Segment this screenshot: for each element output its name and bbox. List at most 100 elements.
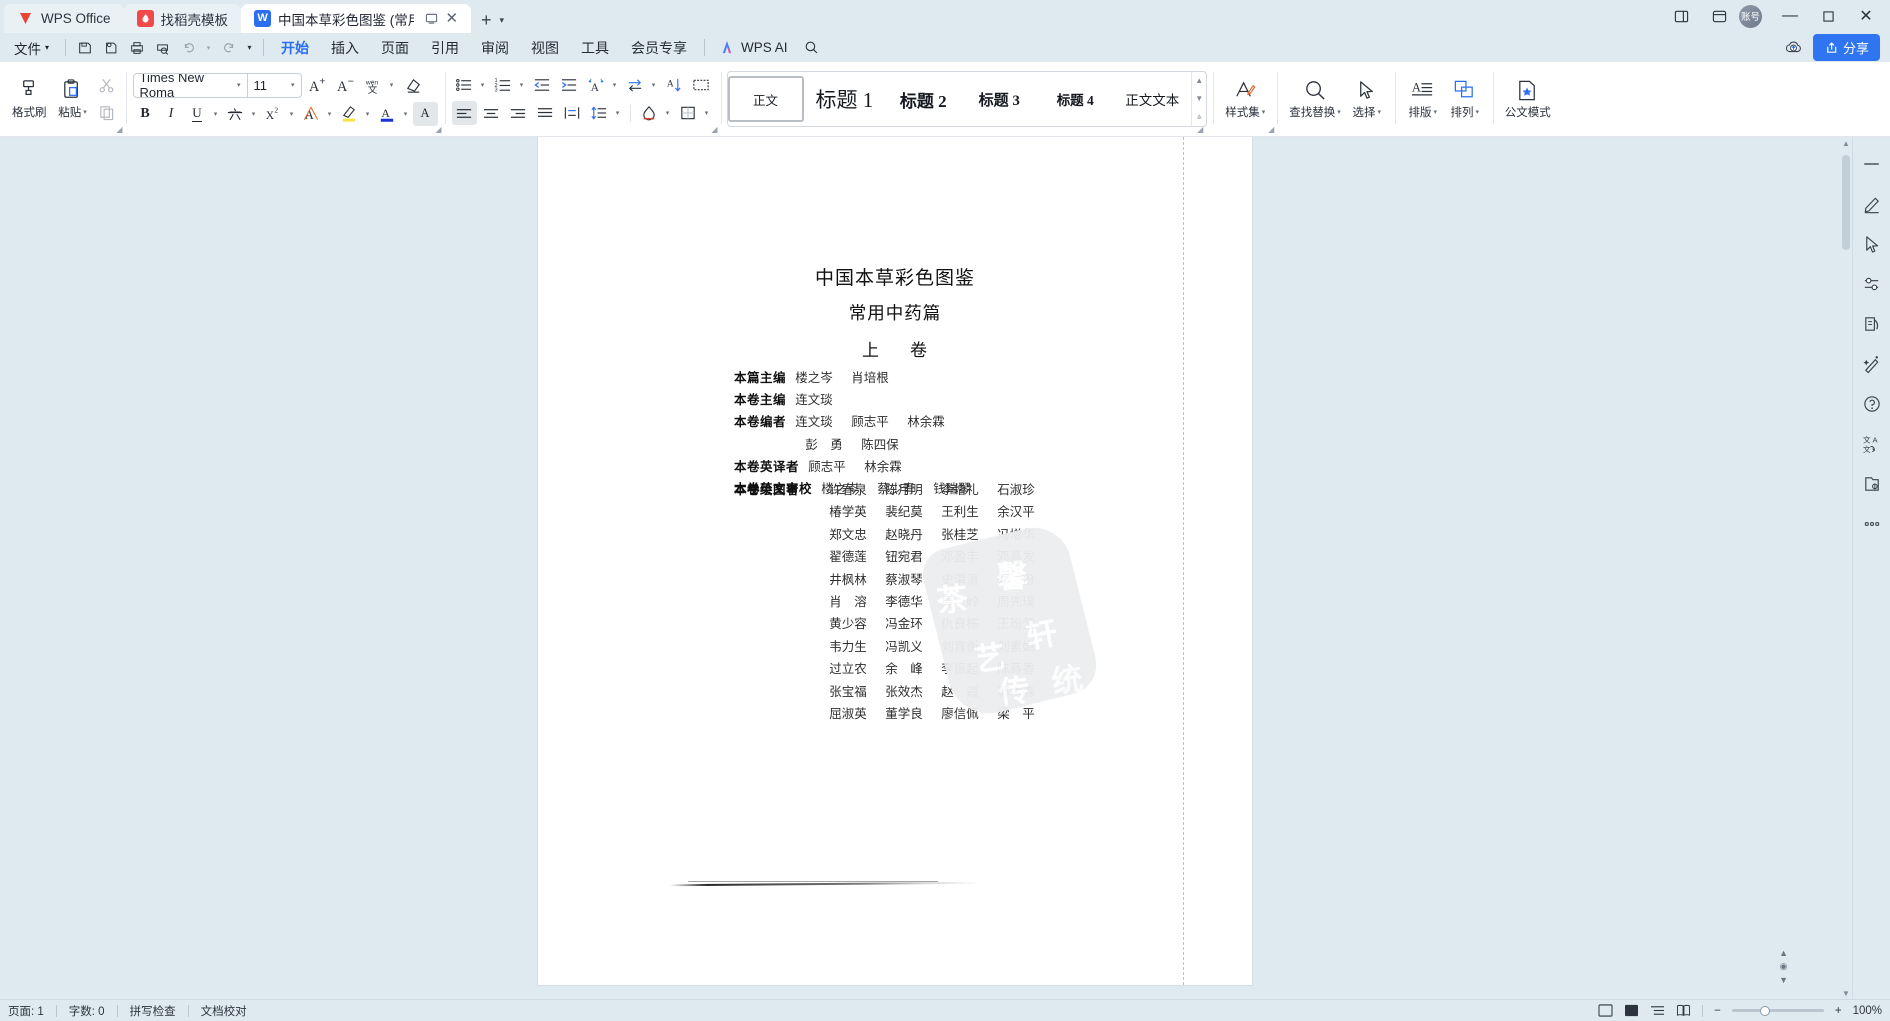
next-page-icon[interactable]: ▼ <box>1779 975 1788 985</box>
scroll-down-icon[interactable]: ▼ <box>1840 987 1852 999</box>
expand-gallery-icon[interactable]: ⩓ <box>1197 112 1202 122</box>
resource-library-icon[interactable] <box>1859 471 1885 497</box>
style-set-button[interactable]: 样式集 ▾ <box>1220 76 1270 122</box>
apps-grid-icon[interactable] <box>1701 3 1737 29</box>
collapse-panel-icon[interactable] <box>1859 151 1885 177</box>
style-gallery-scroll[interactable]: ▲ ▼ ⩓ <box>1191 72 1206 126</box>
bold-icon[interactable]: B <box>133 102 158 126</box>
tab-docer-template[interactable]: 找稻壳模板 <box>123 4 242 33</box>
ribbon-tab-references[interactable]: 引用 <box>420 35 470 61</box>
outline-view-icon[interactable] <box>1650 1004 1665 1017</box>
copy-icon[interactable] <box>94 101 119 125</box>
style-set-dialog-launcher[interactable]: ◢ <box>1268 125 1274 134</box>
undo-icon[interactable] <box>176 36 201 59</box>
align-right-icon[interactable] <box>506 101 531 125</box>
ribbon-tab-membership[interactable]: 会员专享 <box>620 35 698 61</box>
document-canvas[interactable]: 中国本草彩色图鉴 常用中药篇 上卷 本篇主编 楼之岑 肖培根 本卷主编 连文琰 … <box>0 137 1840 999</box>
scroll-up-icon[interactable]: ▲ <box>1840 137 1852 149</box>
document-page[interactable]: 中国本草彩色图鉴 常用中药篇 上卷 本篇主编 楼之岑 肖培根 本卷主编 连文琰 … <box>538 137 1252 985</box>
translate-icon[interactable]: 文A文 <box>1859 431 1885 457</box>
underline-button[interactable]: U ▾ <box>185 102 222 126</box>
ribbon-tab-insert[interactable]: 插入 <box>320 35 370 61</box>
ribbon-tab-page[interactable]: 页面 <box>370 35 420 61</box>
typeset-button[interactable]: A 排版 ▾ <box>1402 76 1444 122</box>
chevron-down-icon[interactable]: ▼ <box>1195 94 1203 103</box>
account-avatar[interactable]: 账号 <box>1739 4 1762 28</box>
document-tools-icon[interactable] <box>1859 311 1885 337</box>
sort-icon[interactable]: A <box>662 73 687 97</box>
save-as-icon[interactable] <box>98 36 123 59</box>
style-item-body-text[interactable]: 正文文本 <box>1113 76 1191 122</box>
page-navigation-controls[interactable]: ▲ ◉ ▼ <box>1779 948 1788 985</box>
align-center-icon[interactable] <box>479 101 504 125</box>
cloud-upload-icon[interactable] <box>1784 39 1803 56</box>
select-button[interactable]: 选择 ▾ <box>1346 76 1388 122</box>
more-dots-icon[interactable] <box>1859 511 1885 537</box>
ribbon-tab-view[interactable]: 视图 <box>520 35 570 61</box>
undo-dropdown-icon[interactable]: ▾ <box>202 36 215 59</box>
page-select-icon[interactable]: ◉ <box>1780 961 1788 972</box>
align-left-icon[interactable] <box>451 101 477 125</box>
previous-page-icon[interactable]: ▲ <box>1779 948 1788 958</box>
paragraph-dialog-launcher[interactable]: ◢ <box>711 125 717 134</box>
tab-close-icon[interactable]: ✕ <box>445 11 458 26</box>
vertical-scrollbar[interactable]: ▲ ▼ <box>1840 137 1852 999</box>
menubar-search-button[interactable] <box>796 36 827 60</box>
maximize-button[interactable] <box>1810 3 1846 29</box>
customize-quick-access-icon[interactable]: ▾ <box>242 36 257 59</box>
status-page-info[interactable]: 页面: 1 <box>8 1003 44 1019</box>
styles-dialog-launcher[interactable]: ◢ <box>1197 125 1203 134</box>
character-shading-icon[interactable]: A <box>412 101 438 126</box>
find-replace-button[interactable]: 查找替换 ▾ <box>1284 76 1346 122</box>
superscript-button[interactable]: X2 ▾ <box>261 102 298 126</box>
chevron-up-icon[interactable]: ▲ <box>1195 76 1203 85</box>
magic-wand-icon[interactable] <box>1859 351 1885 377</box>
zoom-in-button[interactable]: + <box>1835 1005 1842 1017</box>
zoom-slider[interactable] <box>1731 1005 1824 1016</box>
tab-active-document[interactable]: W 中国本草彩色图鉴 (常用中药篇 ✕ <box>241 4 472 33</box>
arrange-button[interactable]: 排列 ▾ <box>1444 76 1486 122</box>
ribbon-tab-review[interactable]: 审阅 <box>470 35 520 61</box>
style-item-heading1[interactable]: 标题 1 <box>804 76 886 122</box>
page-view-icon[interactable] <box>1598 1004 1613 1017</box>
web-view-icon[interactable] <box>1624 1004 1639 1017</box>
format-painter-button[interactable]: 格式刷 <box>7 76 52 122</box>
distribute-icon[interactable] <box>560 101 585 125</box>
close-button[interactable]: ✕ <box>1848 3 1884 29</box>
tab-cast-icon[interactable] <box>425 12 438 25</box>
character-border-button[interactable]: A ▾ <box>299 102 336 126</box>
align-justify-icon[interactable] <box>533 101 558 125</box>
print-icon[interactable] <box>124 36 149 59</box>
style-item-heading3[interactable]: 标题 3 <box>961 76 1037 122</box>
increase-indent-icon[interactable] <box>557 73 582 97</box>
clipboard-dialog-launcher[interactable]: ◢ <box>116 125 122 134</box>
ltr-rtl-button[interactable]: ▾ <box>623 73 660 97</box>
style-item-heading4[interactable]: 标题 4 <box>1037 76 1113 122</box>
tab-wps-office[interactable]: WPS Office <box>4 4 124 33</box>
phonetic-guide-button[interactable]: wén 文 ▾ <box>361 73 398 97</box>
font-dialog-launcher[interactable]: ◢ <box>435 125 441 134</box>
zoom-level-label[interactable]: 100% <box>1853 1005 1882 1017</box>
bullet-list-button[interactable]: ▾ <box>452 73 489 97</box>
borders-button[interactable]: ▾ <box>676 101 713 125</box>
style-item-normal[interactable]: 正文 <box>727 76 804 122</box>
minimize-button[interactable]: — <box>1772 3 1808 29</box>
zoom-out-button[interactable]: − <box>1714 1005 1721 1017</box>
clear-formatting-icon[interactable] <box>401 73 426 97</box>
style-item-heading2[interactable]: 标题 2 <box>885 76 961 122</box>
settings-sliders-icon[interactable] <box>1859 271 1885 297</box>
redo-icon[interactable] <box>216 36 241 59</box>
reading-view-icon[interactable] <box>1676 1004 1691 1017</box>
strikethrough-button[interactable]: 六 ▾ <box>223 102 260 126</box>
decrease-indent-icon[interactable] <box>530 73 555 97</box>
save-icon[interactable] <box>72 36 97 59</box>
font-size-select[interactable]: 11 ▾ <box>246 73 301 97</box>
italic-icon[interactable]: I <box>159 102 184 126</box>
vertical-scrollbar-thumb[interactable] <box>1842 155 1850 250</box>
status-proofread[interactable]: 文档校对 <box>201 1003 247 1019</box>
asian-layout-button[interactable]: A ▾ <box>584 73 621 97</box>
zoom-slider-handle[interactable] <box>1759 1005 1770 1016</box>
decrease-font-size-icon[interactable]: A − <box>333 73 358 97</box>
ribbon-tab-start[interactable]: 开始 <box>270 35 320 61</box>
show-marks-icon[interactable] <box>689 73 714 97</box>
